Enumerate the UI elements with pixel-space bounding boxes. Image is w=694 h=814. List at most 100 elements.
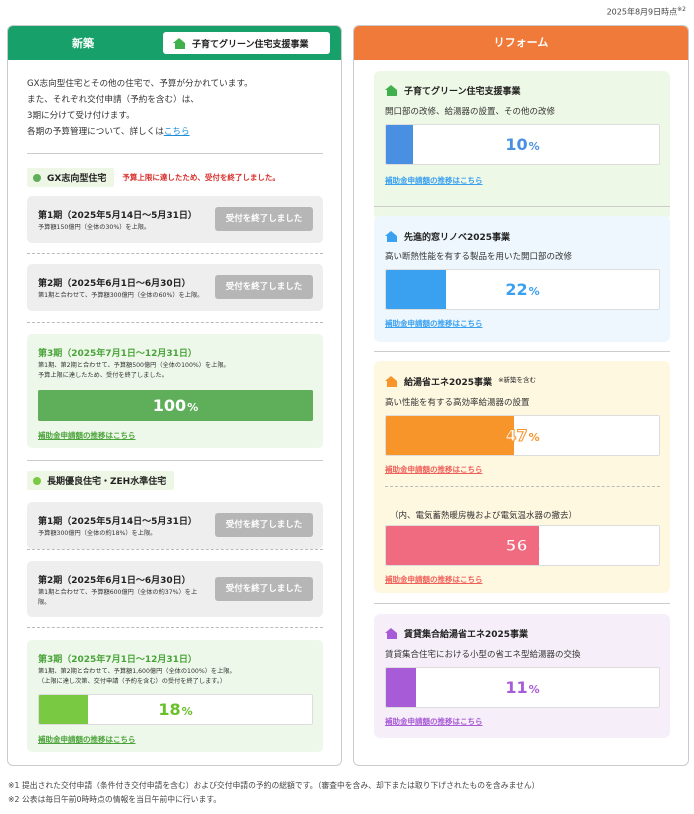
zeh-section-label: 長期優良住宅・ZEH水準住宅 [27, 471, 175, 490]
divider [374, 351, 670, 352]
divider [385, 486, 660, 487]
dot-icon [33, 173, 41, 182]
gx-trend-link[interactable]: 補助金申請額の推移はこちら [38, 430, 136, 441]
progress-percent: 100% [38, 390, 313, 421]
percent-unit: % [528, 140, 540, 153]
closed-button: 受付を終了しました [215, 577, 313, 601]
sub-trend-link[interactable]: 補助金申請額の推移はこちら [385, 574, 483, 585]
house-icon [385, 85, 398, 96]
percent-value: 22 [505, 280, 528, 299]
card-title: 賃貸集合給湯省エネ2025事業 [385, 627, 528, 640]
card-desc: 開口部の改修、給湯器の設置、その他の改修 [385, 107, 556, 117]
footnote-2: ※2 公表は毎日午前0時時点の情報を当日午前中に行います。 [8, 795, 222, 804]
divider [27, 253, 323, 254]
trend-link[interactable]: 補助金申請額の推移はこちら [385, 175, 483, 186]
zeh-trend-link[interactable]: 補助金申請額の推移はこちら [38, 734, 136, 745]
percent-unit: % [528, 541, 540, 554]
gx-section-label: GX志向型住宅 予算上限に達したため、受付を終了しました。 [27, 168, 280, 187]
zeh-period-1: 第1期（2025年5月14日〜5月31日） 予算額300億円（全体の約18%）を… [27, 502, 323, 549]
reform-header: リフォーム [354, 26, 688, 60]
percent-value: 11 [505, 678, 528, 697]
card-note: ※新築を含む [498, 376, 537, 384]
house-icon [173, 37, 186, 49]
program-tag-label: 子育てグリーン住宅支援事業 [192, 39, 309, 50]
intro-line-text: 各期の予算管理について、詳しくは [27, 127, 164, 137]
period-desc: 予算額300億円（全体の約18%）を上限。 [38, 530, 157, 537]
apartment-icon [385, 628, 398, 639]
closed-button: 受付を終了しました [215, 207, 313, 231]
card-mado: 先進的窓リノベ2025事業 高い断熱性能を有する製品を用いた開口部の改修 22%… [374, 216, 670, 342]
percent-value: 100 [152, 396, 187, 415]
zeh-period-2: 第2期（2025年6月1日〜6月30日） 第1期と合わせて、予算額600億円（全… [27, 561, 323, 617]
trend-link[interactable]: 補助金申請額の推移はこちら [385, 716, 483, 727]
card-title: 給湯省エネ2025事業 ※新築を含む [385, 375, 536, 388]
card-title-text: 賃貸集合給湯省エネ2025事業 [404, 630, 529, 640]
dot-icon [33, 476, 41, 485]
period-title: 第1期（2025年5月14日〜5月31日） [38, 211, 197, 221]
date-stamp: 2025年8月9日時点※2 [606, 6, 686, 17]
card-title-text: 先進的窓リノベ2025事業 [404, 233, 511, 243]
period-desc: 第1期、第2期と合わせて、予算額500億円（全体の100%）を上限。 [38, 362, 230, 369]
period-desc: 第1期、第2期と合わせて、予算額1,600億円（全体の100%）を上限。 [38, 668, 236, 675]
divider [27, 460, 323, 461]
period-title: 第1期（2025年5月14日〜5月31日） [38, 517, 197, 527]
divider [27, 153, 323, 154]
progress-bar: 47% [385, 415, 660, 456]
gx-progress-bar: 100% [38, 390, 313, 421]
period-title: 第3期（2025年7月1日〜12月31日） [38, 655, 197, 665]
new-build-title: 新築 [72, 37, 94, 50]
card-title-text: 子育てグリーン住宅支援事業 [404, 87, 521, 97]
divider [27, 627, 323, 628]
zeh-label: 長期優良住宅・ZEH水準住宅 [47, 477, 167, 487]
trend-link[interactable]: 補助金申請額の推移はこちら [385, 318, 483, 329]
gx-closed-note: 予算上限に達したため、受付を終了しました。 [122, 173, 280, 182]
new-build-header: 新築 子育てグリーン住宅支援事業 [8, 26, 341, 60]
percent-unit: % [187, 401, 199, 414]
zeh-progress-bar: 18% [38, 694, 313, 725]
card-desc: 賃貸集合住宅における小型の省エネ型給湯器の交換 [385, 650, 581, 660]
card-desc: 高い断熱性能を有する製品を用いた開口部の改修 [385, 252, 573, 262]
gx-label: GX志向型住宅 [47, 174, 107, 184]
gx-label-box: GX志向型住宅 [27, 168, 115, 187]
period-desc: 第1期と合わせて、予算額600億円（全体の約37%）を上 [38, 589, 198, 596]
zeh-label-box: 長期優良住宅・ZEH水準住宅 [27, 471, 175, 490]
trend-link[interactable]: 補助金申請額の推移はこちら [385, 464, 483, 475]
window-icon [385, 231, 398, 242]
intro-line: GX志向型住宅とその他の住宅で、予算が分かれています。 [27, 79, 253, 89]
gx-period-2: 第2期（2025年6月1日〜6月30日） 第1期と合わせて、予算額300億円（全… [27, 264, 323, 311]
closed-button: 受付を終了しました [215, 275, 313, 299]
progress-percent: 22% [386, 270, 659, 309]
card-desc: 高い性能を有する高効率給湯器の設置 [385, 398, 530, 408]
progress-percent: 56% [386, 526, 659, 565]
percent-unit: % [528, 431, 540, 444]
zeh-period-3: 第3期（2025年7月1日〜12月31日） 第1期、第2期と合わせて、予算額1,… [27, 640, 323, 752]
intro-line: また、それぞれ交付申請（予約を含む）は、 [27, 95, 199, 105]
divider [27, 549, 323, 550]
divider [27, 322, 323, 323]
intro-text: GX志向型住宅とその他の住宅で、予算が分かれています。 また、それぞれ交付申請（… [27, 76, 253, 140]
card-title: 先進的窓リノベ2025事業 [385, 230, 510, 243]
progress-bar: 10% [385, 124, 660, 165]
card-chintai: 賃貸集合給湯省エネ2025事業 賃貸集合住宅における小型の省エネ型給湯器の交換 … [374, 614, 670, 738]
intro-line: 3期に分けて受け付けます。 [27, 111, 135, 121]
progress-percent: 47% [386, 416, 659, 455]
new-build-panel: 新築 子育てグリーン住宅支援事業 GX志向型住宅とその他の住宅で、予算が分かれて… [7, 25, 342, 766]
closed-button: 受付を終了しました [215, 513, 313, 537]
reform-panel: リフォーム 子育てグリーン住宅支援事業 開口部の改修、給湯器の設置、その他の改修… [353, 25, 689, 766]
period-desc: 限。 [38, 599, 51, 606]
intro-line: 各期の予算管理について、詳しくはこちら [27, 124, 253, 140]
card-kyuto: 給湯省エネ2025事業 ※新築を含む 高い性能を有する高効率給湯器の設置 47% … [374, 361, 670, 593]
divider [374, 206, 670, 207]
period-title: 第2期（2025年6月1日〜6月30日） [38, 279, 191, 289]
program-tag: 子育てグリーン住宅支援事業 [163, 32, 330, 54]
percent-unit: % [181, 705, 193, 718]
card-kosodate: 子育てグリーン住宅支援事業 開口部の改修、給湯器の設置、その他の改修 10% 補… [374, 71, 670, 220]
progress-percent: 11% [386, 668, 659, 707]
sub-desc: （内、電気蓄熱暖房機および電気温水器の撤去） [390, 511, 578, 521]
percent-unit: % [528, 285, 540, 298]
details-link[interactable]: こちら [164, 127, 190, 137]
footnote-1: ※1 提出された交付申請（条件付き交付申請を含む）および交付申請の予約の総額です… [8, 781, 540, 790]
period-desc: 予算上限に達したため、受付を終了しました。 [38, 372, 168, 379]
period-desc: 予算額150億円（全体の30%）を上限。 [38, 224, 151, 231]
progress-percent: 10% [386, 125, 659, 164]
